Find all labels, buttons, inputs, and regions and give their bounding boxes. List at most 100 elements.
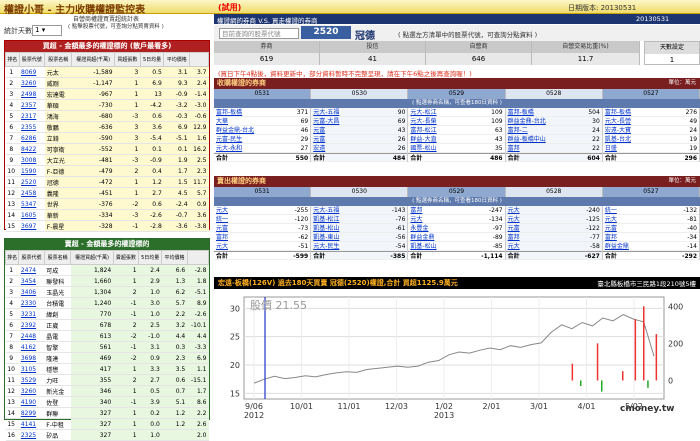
broker-row[interactable]: 群益金鼎-台北 30	[505, 117, 602, 126]
broker-name-link[interactable]: 元大-長營	[605, 117, 631, 125]
broker-name-link[interactable]: 元大-松江	[410, 108, 436, 116]
broker-name-link[interactable]: 元富	[216, 224, 228, 232]
stock-code-link[interactable]: 2392	[18, 319, 45, 331]
stock-code-link[interactable]: 4190	[18, 396, 45, 408]
broker-row[interactable]: 元大-五福 90	[311, 108, 408, 117]
broker-row[interactable]: 凱基-松山 -61	[311, 224, 408, 233]
broker-name-link[interactable]: 元大	[216, 206, 228, 214]
broker-name-link[interactable]: 元富	[605, 224, 617, 232]
broker-row[interactable]: 元大 -240	[505, 206, 602, 215]
stock-code-link[interactable]: 8422	[19, 143, 45, 155]
broker-name-link[interactable]: 統一	[605, 206, 617, 214]
stock-code-link[interactable]: 3008	[19, 154, 45, 166]
broker-row[interactable]: 群益金鼎-台北 46	[214, 126, 311, 135]
broker-row[interactable]: 元大 -81	[602, 215, 700, 224]
broker-name-link[interactable]: 群益金鼎-台北	[216, 126, 254, 134]
broker-name-link[interactable]: 元大-民生	[313, 242, 339, 250]
stock-code-link[interactable]: 4141	[18, 418, 45, 430]
broker-name-link[interactable]: 群益金鼎	[410, 233, 434, 241]
broker-name-link[interactable]: 宏遠-大寶	[605, 126, 631, 134]
broker-name-link[interactable]: 富邦	[605, 233, 617, 241]
broker-name-link[interactable]: 元大	[605, 215, 617, 223]
broker-name-link[interactable]: 元大-長榮	[410, 117, 436, 125]
broker-name-link[interactable]: 元富	[313, 126, 325, 134]
stock-code-link[interactable]: 2448	[18, 330, 45, 342]
broker-name-link[interactable]: 凱基-松山	[313, 224, 339, 232]
broker-name-link[interactable]: 元大	[508, 206, 520, 214]
broker-name-link[interactable]: 富邦-板橋	[216, 108, 242, 116]
broker-row[interactable]: 富邦 -247	[408, 206, 505, 215]
broker-name-link[interactable]: 元大-五福	[313, 206, 339, 214]
broker-row[interactable]: 元大 -58	[505, 242, 602, 251]
broker-name-link[interactable]: 富邦-板橋	[508, 108, 534, 116]
stock-code-link[interactable]: 3105	[18, 363, 45, 375]
stock-code-link[interactable]: 3260	[19, 77, 45, 89]
broker-name-link[interactable]: 元富-民生	[216, 135, 242, 143]
stock-code-link[interactable]: 2317	[19, 110, 45, 122]
broker-row[interactable]: 元大-長榮 109	[408, 117, 505, 126]
broker-row[interactable]: 富邦 -77	[505, 233, 602, 242]
broker-name-link[interactable]: 永豐金	[410, 224, 428, 232]
broker-row[interactable]: 統一 -120	[214, 215, 311, 224]
broker-row[interactable]: 富邦-二 24	[505, 126, 602, 135]
broker-row[interactable]: 元大 -255	[214, 206, 311, 215]
broker-row[interactable]: 元富 -122	[505, 224, 602, 233]
stock-code-link[interactable]: 2458	[19, 187, 45, 199]
stock-code-link[interactable]: 8069	[19, 66, 45, 78]
broker-name-link[interactable]: 富邦	[508, 233, 520, 241]
broker-row[interactable]: 群益-板橋中山 22	[505, 135, 602, 144]
broker-row[interactable]: 元大 -134	[408, 215, 505, 224]
broker-row[interactable]: 元大-長營 49	[602, 117, 700, 126]
broker-name-link[interactable]: 元大	[410, 215, 422, 223]
broker-name-link[interactable]: 富邦	[410, 206, 422, 214]
broker-name-link[interactable]: 元富	[313, 135, 325, 143]
days-setting-box[interactable]: 天數設定 1	[644, 41, 700, 65]
stock-code-link[interactable]: 2357	[19, 99, 45, 111]
broker-name-link[interactable]: 統一	[216, 215, 228, 223]
broker-row[interactable]: 群益金鼎 -89	[408, 233, 505, 242]
broker-row[interactable]: 日盛 19	[602, 144, 700, 153]
stock-code-link[interactable]: 2325	[18, 429, 45, 441]
broker-name-link[interactable]: 元大	[508, 215, 520, 223]
broker-row[interactable]: 凱基-東山 -56	[311, 233, 408, 242]
stock-code-link[interactable]: 2498	[19, 88, 45, 100]
broker-row[interactable]: 永豐金 -97	[408, 224, 505, 233]
stock-code-input[interactable]: 2520	[301, 26, 351, 39]
stock-code-link[interactable]: 1590	[19, 165, 45, 177]
broker-row[interactable]: 元大-五福 -143	[311, 206, 408, 215]
stock-code-link[interactable]: 6286	[19, 132, 45, 144]
broker-name-link[interactable]: 元大	[508, 242, 520, 250]
broker-name-link[interactable]: 大華	[216, 117, 228, 125]
broker-row[interactable]: 富邦 -62	[214, 233, 311, 242]
broker-name-link[interactable]: 富邦-二	[508, 126, 528, 134]
broker-row[interactable]: 富邦 22	[505, 144, 602, 153]
broker-row[interactable]: 凱基-台北 19	[602, 135, 700, 144]
broker-row[interactable]: 元大-永和 27	[214, 144, 311, 153]
broker-row[interactable]: 元富 43	[311, 126, 408, 135]
broker-row[interactable]: 元大 -125	[505, 215, 602, 224]
broker-row[interactable]: 宏遠 26	[311, 144, 408, 153]
broker-row[interactable]: 富邦-板橋 504	[505, 108, 602, 117]
broker-row[interactable]: 凱基-松江 -76	[311, 215, 408, 224]
broker-row[interactable]: 元大-民生 -54	[311, 242, 408, 251]
broker-row[interactable]: 大華 69	[214, 117, 311, 126]
stock-code-link[interactable]: 3406	[18, 286, 45, 298]
broker-row[interactable]: 元富-民生 29	[214, 135, 311, 144]
stock-code-link[interactable]: 3697	[19, 220, 45, 232]
broker-row[interactable]: 元富 -73	[214, 224, 311, 233]
broker-row[interactable]: 群益金鼎 -14	[602, 242, 700, 251]
stock-code-link[interactable]: 8299	[18, 407, 45, 419]
broker-name-link[interactable]: 元富	[508, 224, 520, 232]
broker-name-link[interactable]: 凱基-東山	[313, 233, 339, 241]
stock-code-link[interactable]: 5347	[19, 198, 45, 210]
broker-name-link[interactable]: 國票-松山	[410, 144, 436, 152]
broker-name-link[interactable]: 元大	[216, 242, 228, 250]
broker-row[interactable]: 元富-大昌 69	[311, 117, 408, 126]
broker-row[interactable]: 富邦-板橋 371	[214, 108, 311, 117]
stock-code-link[interactable]: 3454	[18, 275, 45, 287]
broker-row[interactable]: 富邦 -34	[602, 233, 700, 242]
broker-name-link[interactable]: 富邦	[508, 144, 520, 152]
stock-code-link[interactable]: 2355	[19, 121, 45, 133]
broker-name-link[interactable]: 富邦	[216, 233, 228, 241]
broker-row[interactable]: 元大-松江 109	[408, 108, 505, 117]
